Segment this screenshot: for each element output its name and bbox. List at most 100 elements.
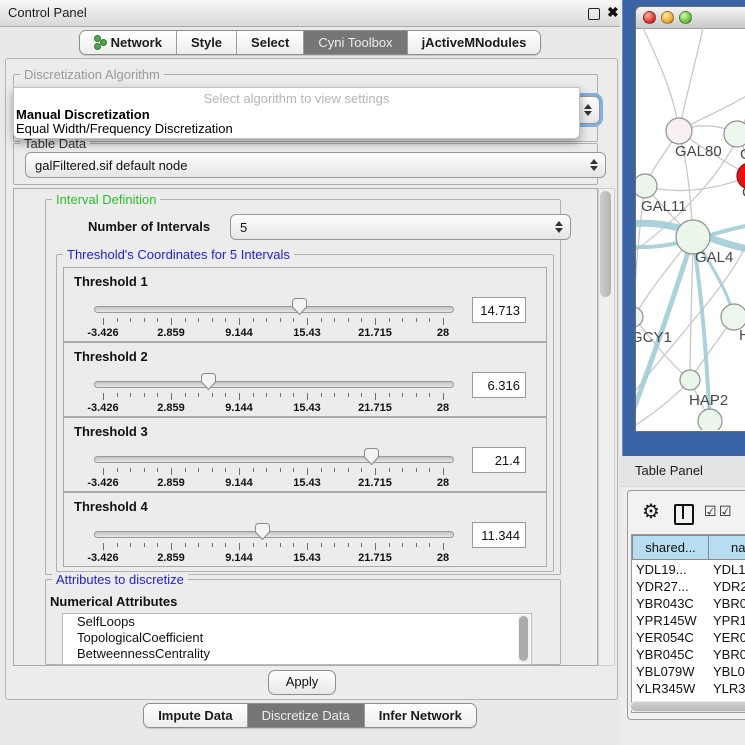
slider-thumb[interactable] [200, 372, 217, 391]
table-row[interactable]: YBR045C YBR0 [632, 646, 745, 663]
tab-jactivemnodules[interactable]: jActiveMNodules [407, 31, 541, 54]
slider-tick-label: 15.43 [277, 477, 337, 489]
checkbox-checked-icon[interactable]: ☑ [704, 503, 717, 520]
cell-name[interactable]: YDL1 [713, 562, 745, 577]
table-horizontal-scrollbar[interactable] [630, 701, 745, 712]
network-node[interactable] [698, 409, 722, 430]
slider-thumb[interactable] [254, 522, 271, 541]
cell-shared-name[interactable]: YLR345W [636, 681, 695, 696]
slider-tick [198, 318, 199, 322]
table-row[interactable]: YPR145W YPR1 [632, 612, 745, 629]
cell-shared-name[interactable]: YER054C [636, 630, 694, 645]
close-traffic-light-icon[interactable] [643, 11, 656, 24]
table-row[interactable]: YBR043C YBR0 [632, 595, 745, 612]
slider-tick-label: 15.43 [277, 327, 337, 339]
algorithm-option-manual[interactable]: Manual Discretization [16, 107, 150, 122]
tab-discretize-data[interactable]: Discretize Data [247, 704, 364, 727]
table-row[interactable]: YDL19... YDL1 [632, 561, 745, 578]
threshold-label: Threshold 1 [74, 274, 148, 289]
threshold-value-input[interactable] [472, 447, 526, 473]
slider-tick-label: 9.144 [209, 477, 269, 489]
checkbox-checked-icon[interactable]: ☑ [719, 503, 732, 520]
thresholds-group: Threshold's Coordinates for 5 Intervals … [56, 254, 554, 572]
network-edge[interactable] [679, 28, 703, 131]
slider-tick [103, 543, 104, 550]
threshold-label: Threshold 2 [74, 349, 148, 364]
network-edge[interactable] [645, 176, 745, 191]
network-node[interactable] [724, 121, 745, 147]
threshold-value-input[interactable] [472, 522, 526, 548]
cell-name[interactable]: YBR0 [713, 596, 745, 611]
gear-icon[interactable]: ⚙ [642, 499, 660, 524]
tab-select[interactable]: Select [236, 31, 303, 54]
table-row[interactable]: YER054C YER0 [632, 629, 745, 646]
slider-tick [130, 318, 131, 322]
cell-name[interactable]: YDR2 [713, 579, 745, 594]
num-intervals-combobox[interactable]: 5 [230, 214, 571, 240]
zoom-traffic-light-icon[interactable] [679, 11, 692, 24]
network-edge[interactable] [690, 237, 693, 380]
combo-stepper-icon [590, 159, 598, 171]
cell-name[interactable]: YBL0 [713, 664, 745, 679]
table-row[interactable]: YLR345W YLR3 [632, 680, 745, 697]
num-intervals-value: 5 [240, 220, 247, 235]
cell-name[interactable]: YBR0 [713, 647, 745, 662]
split-view-icon[interactable] [674, 504, 694, 525]
slider-tick [212, 393, 213, 397]
minimize-traffic-light-icon[interactable] [661, 11, 674, 24]
slider-tick [266, 468, 267, 472]
tab-network[interactable]: Network [80, 31, 176, 54]
network-node[interactable] [636, 174, 657, 198]
list-item[interactable]: TopologicalCoefficient [63, 630, 531, 646]
network-node[interactable] [636, 307, 643, 327]
table-row[interactable]: YBL079W YBL0 [632, 663, 745, 680]
slider-tick [198, 468, 199, 472]
tab-infer-network[interactable]: Infer Network [364, 704, 476, 727]
apply-button[interactable]: Apply [268, 670, 336, 695]
slider-tick [361, 318, 362, 322]
algorithm-dropdown-popup: Select algorithm to view settings Manual… [13, 87, 580, 139]
cell-shared-name[interactable]: YPR145W [636, 613, 697, 628]
cell-shared-name[interactable]: YBL079W [636, 664, 695, 679]
cell-name[interactable]: YER0 [713, 630, 745, 645]
slider-thumb[interactable] [291, 297, 308, 316]
slider-tick [130, 468, 131, 472]
network-node[interactable] [666, 118, 692, 144]
slider-tick [225, 393, 226, 397]
list-item[interactable]: SelfLoops [63, 614, 531, 630]
table-panel-container: ⚙ ☑ ☑ shared... na YDL19...YDL1YDR27...Y… [627, 490, 745, 720]
slider-tick [157, 318, 158, 322]
slider-tick-label: 21.715 [345, 402, 405, 414]
cell-shared-name[interactable]: YBR043C [636, 596, 694, 611]
network-canvas[interactable]: GAL80GACGAL11GAL4GCY1HHAP2 [636, 28, 745, 430]
float-window-icon[interactable] [588, 8, 600, 20]
column-header-name[interactable]: na [708, 535, 745, 560]
cell-name[interactable]: YLR3 [713, 681, 745, 696]
network-node[interactable] [680, 370, 700, 390]
cell-shared-name[interactable]: YDR27... [636, 579, 689, 594]
network-edge[interactable] [643, 28, 679, 131]
slider-tick [429, 543, 430, 547]
threshold-value-input[interactable] [472, 372, 526, 398]
tab-style[interactable]: Style [176, 31, 236, 54]
threshold-value-input[interactable] [472, 297, 526, 323]
tab-cyni-toolbox[interactable]: Cyni Toolbox [303, 31, 406, 54]
cell-shared-name[interactable]: YDL19... [636, 562, 687, 577]
slider-tick [375, 543, 376, 550]
slider-thumb[interactable] [363, 447, 380, 466]
tab-label: Discretize Data [262, 708, 350, 723]
cell-shared-name[interactable]: YBR045C [636, 647, 694, 662]
settings-vertical-scrollbar[interactable] [598, 188, 615, 666]
slider-tick [389, 393, 390, 397]
list-item[interactable]: BetweennessCentrality [63, 646, 531, 662]
algorithm-option-equal-width[interactable]: Equal Width/Frequency Discretization [16, 121, 233, 136]
column-header-shared-name[interactable]: shared... [632, 535, 709, 560]
attributes-scrollbar[interactable] [518, 615, 530, 663]
cell-name[interactable]: YPR1 [713, 613, 745, 628]
close-icon[interactable]: ✖ [607, 4, 619, 21]
tab-impute-data[interactable]: Impute Data [144, 704, 246, 727]
network-window-titlebar[interactable] [636, 7, 745, 29]
table-data-combobox[interactable]: galFiltered.sif default node [25, 152, 606, 178]
table-row[interactable]: YDR27... YDR2 [632, 578, 745, 595]
numerical-attributes-list[interactable]: SelfLoopsTopologicalCoefficientBetweenne… [62, 613, 532, 665]
